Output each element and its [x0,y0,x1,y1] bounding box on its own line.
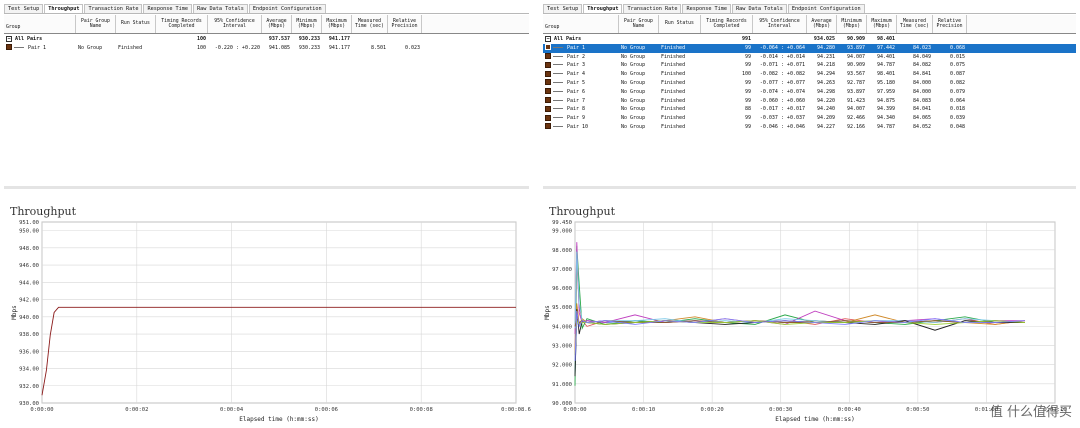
y-tick-label: 94.000 [552,324,572,330]
y-tick-label: 946.00 [19,263,39,269]
y-tick-label: 942.00 [19,298,39,304]
plot-area [574,221,1056,404]
y-tick-label: 950.00 [19,229,39,235]
x-tick-label: 0:00:04 [220,407,244,413]
x-tick-label: 0:00:06 [315,407,338,413]
y-tick-label: 948.00 [19,246,39,252]
y-tick-label: 932.00 [19,384,39,390]
plot-area [41,221,517,404]
y-tick-label: 936.00 [19,349,39,355]
y-tick-label: 934.00 [19,367,39,373]
x-tick-label: 0:00:08.6 [501,407,531,413]
y-tick-label: 97.000 [552,267,572,273]
right-results-panel: Test Setup Throughput Transaction Rate R… [539,0,1080,428]
y-tick-label: 99.450 [552,220,572,226]
x-tick-label: 0:00:10 [632,407,655,413]
y-tick-label: 940.00 [19,315,39,321]
y-tick-label: 92.000 [552,363,572,369]
y-tick-label: 98.000 [552,248,572,254]
x-tick-label: 0:00:08 [410,407,433,413]
x-tick-label: 0:00:00 [30,407,53,413]
throughput-chart: 90.00091.00092.00093.00094.00095.00096.0… [544,220,1067,423]
y-axis-label: Mbps [11,305,18,320]
x-axis-label: Elapsed time (h:mm:ss) [775,416,854,423]
y-axis-label: Mbps [544,305,551,320]
x-tick-label: 0:00:20 [701,407,724,413]
y-tick-label: 944.00 [19,280,39,286]
x-tick-label: 0:00:40 [838,407,861,413]
x-tick-label: 0:00:00 [563,407,586,413]
x-tick-label: 0:00:30 [769,407,792,413]
watermark-logo: 值 什么值得买 [989,405,1072,420]
y-tick-label: 951.00 [19,220,39,226]
left-results-panel: Test Setup Throughput Transaction Rate R… [0,0,533,428]
y-tick-label: 95.000 [552,305,572,311]
y-tick-label: 938.00 [19,332,39,338]
y-tick-label: 99.000 [552,229,572,235]
y-tick-label: 91.000 [552,382,572,388]
y-tick-label: 96.000 [552,286,572,292]
x-tick-label: 0:00:50 [906,407,929,413]
x-axis-label: Elapsed time (h:mm:ss) [239,416,318,423]
throughput-chart: 930.00932.00934.00936.00938.00940.00942.… [11,220,531,423]
y-tick-label: 93.000 [552,344,572,350]
x-tick-label: 0:00:02 [125,407,148,413]
